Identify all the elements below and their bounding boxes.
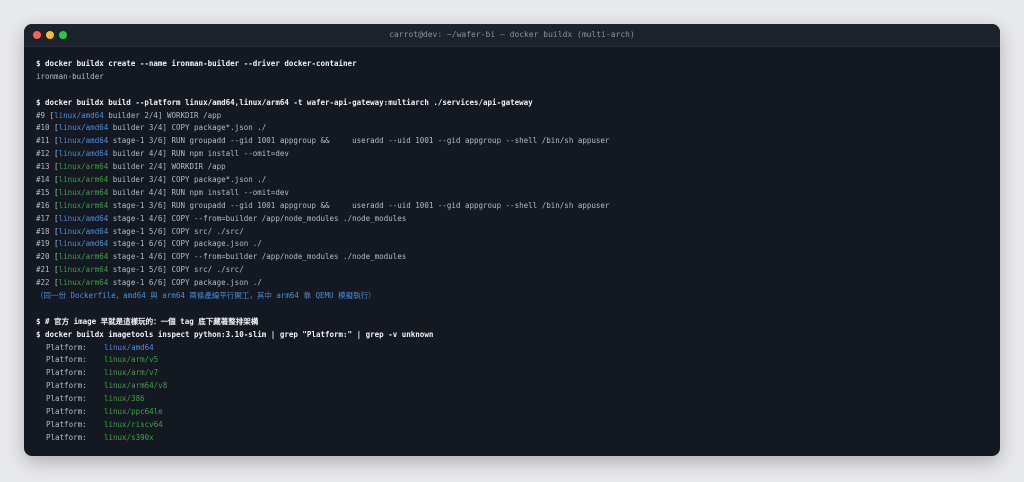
build-line: #9 [linux/amd64 builder 2/4] WORKDIR /ap… bbox=[36, 110, 988, 123]
platform-value: linux/arm64/v8 bbox=[104, 381, 168, 391]
build-step: #22 [ bbox=[36, 278, 59, 288]
command-line: $ docker buildx imagetools inspect pytho… bbox=[36, 329, 434, 339]
window-title: carrot@dev: ~/wafer-bi — docker buildx (… bbox=[389, 30, 635, 39]
note-line: （同一份 Dockerfile，amd64 與 arm64 兩條產線平行開工，其… bbox=[36, 291, 376, 301]
arch-label: linux/amd64 bbox=[58, 136, 109, 146]
build-line: #11 [linux/amd64 stage-1 3/6] RUN groupa… bbox=[36, 135, 988, 148]
build-detail: stage-1 3/6] RUN groupadd --gid 1001 app… bbox=[108, 136, 610, 146]
build-step: #19 [ bbox=[36, 239, 59, 249]
build-detail: builder 3/4] COPY package*.json ./ bbox=[108, 123, 267, 133]
arch-label: linux/amd64 bbox=[58, 149, 109, 159]
build-line: #13 [linux/arm64 builder 2/4] WORKDIR /a… bbox=[36, 161, 988, 174]
build-detail: stage-1 6/6] COPY package.json ./ bbox=[108, 239, 262, 249]
arch-label: linux/amd64 bbox=[58, 226, 109, 236]
arch-label: linux/arm64 bbox=[58, 252, 109, 262]
build-step: #11 [ bbox=[36, 136, 59, 146]
build-line: #21 [linux/arm64 stage-1 5/6] COPY src/ … bbox=[36, 264, 988, 277]
build-detail: stage-1 4/6] COPY --from=builder /app/no… bbox=[108, 252, 407, 262]
build-log: #9 [linux/amd64 builder 2/4] WORKDIR /ap… bbox=[36, 110, 988, 290]
platform-key: Platform: bbox=[46, 368, 87, 378]
arch-label: linux/arm64 bbox=[58, 187, 109, 197]
build-detail: stage-1 5/6] COPY src/ ./src/ bbox=[108, 226, 244, 236]
platform-line: Platform: linux/ppc64le bbox=[36, 406, 988, 419]
build-line: #12 [linux/amd64 builder 4/4] RUN npm in… bbox=[36, 148, 988, 161]
platform-line: Platform: linux/riscv64 bbox=[36, 419, 988, 432]
command-line: $ docker buildx create --name ironman-bu… bbox=[36, 59, 357, 68]
platform-line: Platform: linux/amd64 bbox=[36, 342, 988, 355]
arch-label: linux/amd64 bbox=[58, 239, 109, 249]
build-step: #9 [ bbox=[36, 110, 55, 120]
build-step: #10 [ bbox=[36, 123, 59, 133]
platform-key: Platform: bbox=[46, 407, 87, 417]
build-step: #20 [ bbox=[36, 252, 59, 262]
terminal-output[interactable]: $ docker buildx create --name ironman-bu… bbox=[36, 58, 988, 445]
terminal-window: carrot@dev: ~/wafer-bi — docker buildx (… bbox=[24, 24, 1000, 456]
build-step: #14 [ bbox=[36, 175, 59, 185]
platform-line: Platform: linux/arm/v5 bbox=[36, 354, 988, 367]
platform-key: Platform: bbox=[46, 432, 87, 442]
arch-label: linux/arm64 bbox=[58, 162, 109, 172]
build-line: #18 [linux/amd64 stage-1 5/6] COPY src/ … bbox=[36, 226, 988, 239]
platform-value: linux/amd64 bbox=[104, 342, 154, 352]
build-line: #15 [linux/arm64 builder 4/4] RUN npm in… bbox=[36, 187, 988, 200]
command-line: $ docker buildx build --platform linux/a… bbox=[36, 97, 533, 107]
build-line: #20 [linux/arm64 stage-1 4/6] COPY --fro… bbox=[36, 251, 988, 264]
platform-line: Platform: linux/arm/v7 bbox=[36, 367, 988, 380]
platform-key: Platform: bbox=[46, 355, 87, 365]
platform-line: Platform: linux/arm64/v8 bbox=[36, 380, 988, 393]
build-step: #13 [ bbox=[36, 162, 59, 172]
platform-key: Platform: bbox=[46, 419, 87, 429]
platform-value: linux/s390x bbox=[104, 432, 154, 442]
platform-list: Platform: linux/amd64 Platform: linux/arm/v… bbox=[36, 342, 988, 445]
build-detail: stage-1 6/6] COPY package.json ./ bbox=[108, 278, 262, 288]
platform-value: linux/386 bbox=[104, 394, 145, 404]
platform-line: Platform: linux/386 bbox=[36, 393, 988, 406]
build-step: #12 [ bbox=[36, 149, 59, 159]
build-line: #22 [linux/arm64 stage-1 6/6] COPY packa… bbox=[36, 277, 988, 290]
platform-value: linux/riscv64 bbox=[104, 419, 163, 429]
build-detail: builder 4/4] RUN npm install --omit=dev bbox=[108, 149, 289, 159]
platform-value: linux/arm/v7 bbox=[104, 368, 159, 378]
platform-value: linux/arm/v5 bbox=[104, 355, 159, 365]
arch-label: linux/arm64 bbox=[58, 278, 109, 288]
build-step: #16 [ bbox=[36, 200, 59, 210]
build-step: #15 [ bbox=[36, 187, 59, 197]
arch-label: linux/arm64 bbox=[58, 200, 109, 210]
platform-value: linux/ppc64le bbox=[104, 407, 163, 417]
platform-key: Platform: bbox=[46, 342, 87, 352]
build-line: #17 [linux/amd64 stage-1 4/6] COPY --fro… bbox=[36, 213, 988, 226]
build-detail: builder 2/4] WORKDIR /app bbox=[103, 110, 222, 120]
build-detail: builder 3/4] COPY package*.json ./ bbox=[108, 175, 267, 185]
arch-label: linux/arm64 bbox=[58, 265, 109, 275]
build-detail: stage-1 4/6] COPY --from=builder /app/no… bbox=[108, 213, 407, 223]
title-bar: carrot@dev: ~/wafer-bi — docker buildx (… bbox=[24, 24, 1000, 47]
build-detail: stage-1 5/6] COPY src/ ./src/ bbox=[108, 265, 244, 275]
build-line: #14 [linux/arm64 builder 3/4] COPY packa… bbox=[36, 174, 988, 187]
build-detail: builder 2/4] WORKDIR /app bbox=[108, 162, 226, 172]
arch-label: linux/amd64 bbox=[54, 110, 104, 120]
build-line: #19 [linux/amd64 stage-1 6/6] COPY packa… bbox=[36, 238, 988, 251]
arch-label: linux/amd64 bbox=[58, 213, 109, 223]
build-step: #21 [ bbox=[36, 265, 59, 275]
platform-key: Platform: bbox=[46, 394, 87, 404]
platform-key: Platform: bbox=[46, 381, 87, 391]
build-step: #17 [ bbox=[36, 213, 59, 223]
build-line: #10 [linux/amd64 builder 3/4] COPY packa… bbox=[36, 122, 988, 135]
build-step: #18 [ bbox=[36, 226, 59, 236]
build-line: #16 [linux/arm64 stage-1 3/6] RUN groupa… bbox=[36, 200, 988, 213]
platform-line: Platform: linux/s390x bbox=[36, 432, 988, 445]
command-line: $ # 官方 image 早就是這樣玩的：一個 tag 底下藏著整排架構 bbox=[36, 316, 259, 326]
output-line: ironman-builder bbox=[36, 71, 104, 81]
arch-label: linux/arm64 bbox=[58, 175, 109, 185]
build-detail: stage-1 3/6] RUN groupadd --gid 1001 app… bbox=[108, 200, 610, 210]
build-detail: builder 4/4] RUN npm install --omit=dev bbox=[108, 187, 289, 197]
arch-label: linux/amd64 bbox=[58, 123, 109, 133]
